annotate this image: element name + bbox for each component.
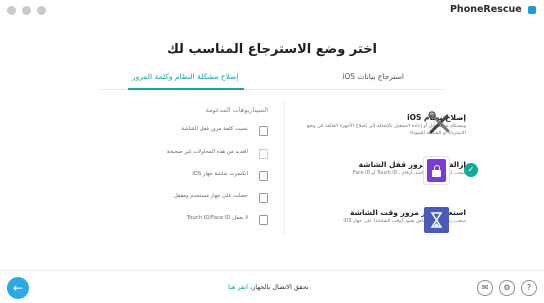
status-text: تحقق الاتصال بالجهاز، [250,283,309,291]
scenario-label: لا يعمل Touch ID/Face ID [186,215,248,221]
minimize-window-button[interactable] [22,6,31,15]
scenario-label: انكسرت شاشة جهاز iOS [192,171,248,177]
app-brand: PhoneRescue [450,4,536,15]
scenario-item: انكسرت شاشة جهاز iOS [98,171,268,183]
close-window-button[interactable] [7,6,16,15]
scenario-item: لا يعمل Touch ID/Face ID [98,215,268,227]
tools-icon [428,111,450,134]
panel-divider [284,100,285,235]
click-here-link[interactable]: انقر هنا [228,283,248,291]
app-name: PhoneRescue [449,4,522,15]
hourglass-icon [424,207,449,233]
help-icon: ? [526,283,532,292]
window-controls[interactable] [7,6,46,15]
back-button[interactable]: ← [7,277,29,299]
selected-check-icon: ✓ [464,163,478,177]
title-bar: PhoneRescue [0,0,544,22]
active-tab-indicator [128,88,244,90]
page-title: اختر وضع الاسترجاع المناسب لك [166,42,378,57]
scenario-label: نسيت كلمة مرور قفل الشاشة [181,126,248,132]
settings-button[interactable]: ⚙ [499,280,515,296]
scenario-item: نسيت كلمة مرور قفل الشاشة [98,126,268,138]
broken-screen-icon [259,171,268,181]
lock-icon [423,156,450,185]
scenarios-title: السيناريوهات المدعومة [205,106,268,114]
scenario-item: العديد من هذه المحاولات غير صحيحة [98,149,268,161]
arrow-left-icon: ← [12,281,24,295]
scenario-label: حصلت على جهاز مستخدم ومقفل [173,193,248,199]
help-button[interactable]: ? [521,280,537,296]
mail-button[interactable]: ✉ [477,280,493,296]
mode-tabs: استرجاع بيانات iOS إصلاح مشكلة النظام وك… [100,68,444,90]
maximize-window-button[interactable] [37,6,46,15]
device-status: تحقق الاتصال بالجهاز، انقر هنا [228,283,309,291]
phone-icon [259,126,268,136]
settings-icon: ⚙ [503,283,511,292]
locked-device-icon [259,193,268,203]
footer-bar: ← تحقق الاتصال بالجهاز، انقر هنا ✉ ⚙ ? [0,270,544,303]
tab-ios-data-recovery[interactable]: استرجاع بيانات iOS [342,72,404,81]
mail-icon: ✉ [481,283,489,292]
face-id-icon [259,215,268,225]
scenario-item: حصلت على جهاز مستخدم ومقفل [98,193,268,205]
keypad-icon [259,149,268,159]
tab-system-password-repair[interactable]: إصلاح مشكلة النظام وكلمة المرور [132,72,239,81]
scenario-label: العديد من هذه المحاولات غير صحيحة [166,149,248,155]
app-logo-icon [528,5,536,14]
